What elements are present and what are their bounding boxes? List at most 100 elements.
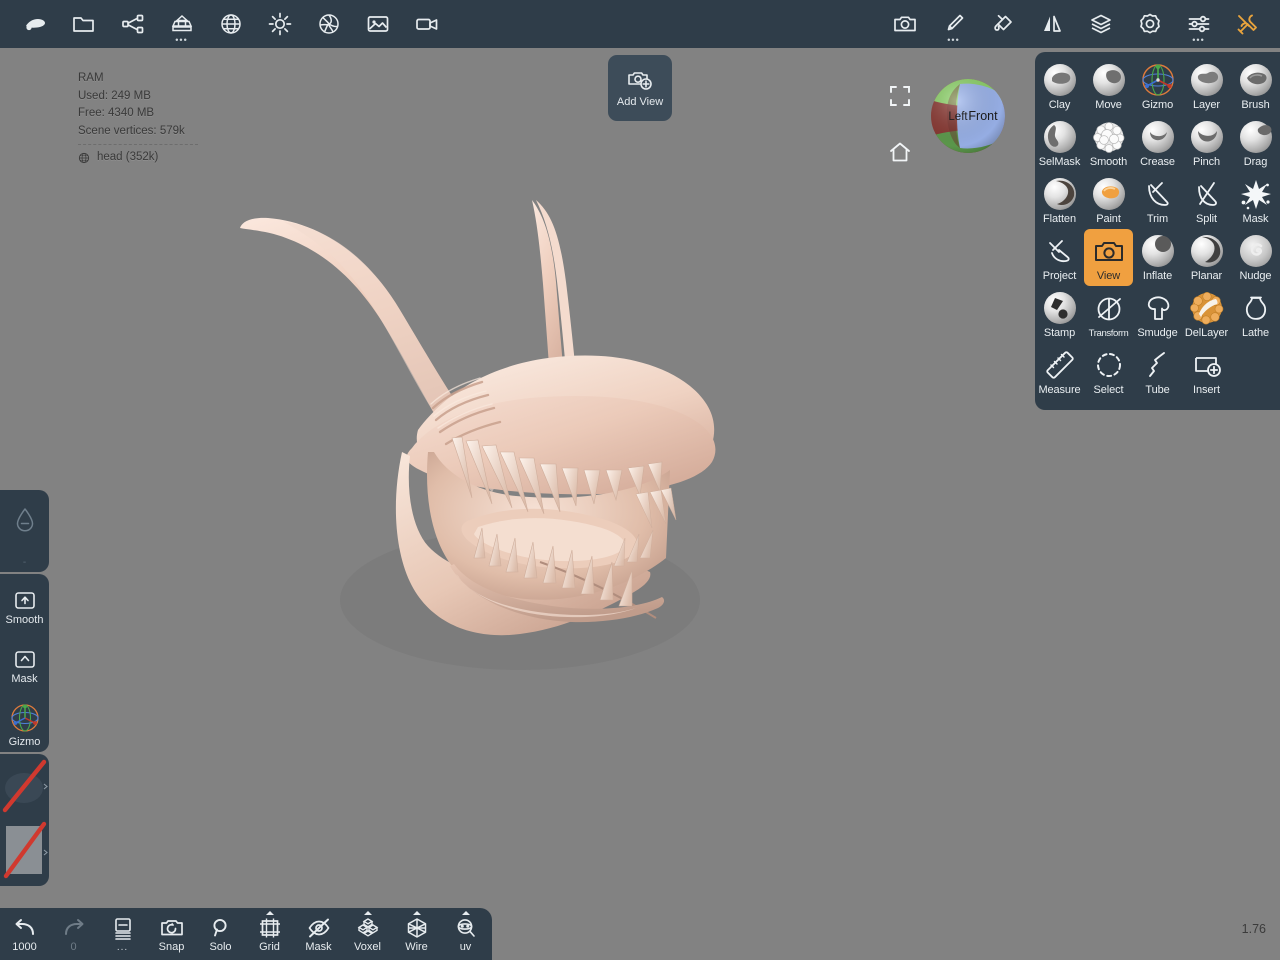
paint-bucket-icon-button[interactable]	[978, 0, 1027, 48]
sphere-flatten-icon	[1043, 178, 1076, 210]
sphere-crease-icon	[1141, 121, 1174, 153]
tool-flatten[interactable]: Flatten	[1035, 172, 1084, 229]
tool-transform[interactable]: Transform	[1084, 286, 1133, 343]
smooth-modifier-button[interactable]: Smooth	[0, 574, 49, 636]
tool-stamp[interactable]: Stamp	[1035, 286, 1084, 343]
gizmo-face-front-label: Front	[968, 109, 998, 123]
tool-mask[interactable]: Mask	[1231, 172, 1280, 229]
alpha-slot-button[interactable]	[0, 754, 49, 818]
tool-move[interactable]: Move	[1084, 58, 1133, 115]
tool-layer[interactable]: Layer	[1182, 58, 1231, 115]
grid-label: Grid	[259, 940, 280, 953]
sphere-dellayer-icon	[1189, 292, 1223, 325]
solo-magnifier-icon	[212, 918, 227, 936]
multires-stack-icon-button[interactable]: •••	[157, 0, 206, 48]
hud-object-row[interactable]: head (352k)	[78, 149, 198, 167]
sphere-smooth-icon	[1092, 122, 1124, 153]
topology-sphere-icon	[220, 14, 241, 34]
tool-inflate[interactable]: Inflate	[1133, 229, 1182, 286]
tool-paint[interactable]: Paint	[1084, 172, 1133, 229]
layers-icon-button[interactable]	[1076, 0, 1125, 48]
tool-split[interactable]: Split	[1182, 172, 1231, 229]
video-camera-icon	[415, 18, 437, 30]
folder-open-icon-button[interactable]	[59, 0, 108, 48]
tool-smudge[interactable]: Smudge	[1133, 286, 1182, 343]
gizmo-modifier-button[interactable]: Gizmo	[0, 698, 49, 752]
redo-button[interactable]: 0	[49, 908, 98, 960]
grid-caret-icon	[265, 911, 274, 915]
voxel-label: Voxel	[354, 940, 381, 953]
brush-icon-button[interactable]: •••	[929, 0, 978, 48]
tool-selmask[interactable]: SelMask	[1035, 115, 1084, 172]
light-sun-icon	[268, 12, 291, 36]
smooth-modifier-label: Smooth	[5, 614, 44, 626]
tool-planar[interactable]: Planar	[1182, 229, 1231, 286]
add-view-button[interactable]: Add View	[608, 55, 672, 121]
undo-button[interactable]: 1000	[0, 908, 49, 960]
grid-frame-icon	[259, 918, 280, 937]
tool-smooth[interactable]: Smooth	[1084, 115, 1133, 172]
expand-frame-icon-button[interactable]	[888, 84, 914, 110]
left-sidebar-group-intensity: -	[0, 490, 49, 572]
sculpt-blob-icon	[25, 19, 45, 31]
grid-toggle[interactable]: Grid	[245, 908, 294, 960]
tool-drag-label: Drag	[1243, 156, 1268, 168]
line-smudge-icon	[1147, 296, 1169, 320]
tool-gizmo[interactable]: Gizmo	[1133, 58, 1182, 115]
tool-pinch[interactable]: Pinch	[1182, 115, 1231, 172]
alpha-disabled-icon	[2, 759, 48, 813]
video-camera-icon-button[interactable]	[402, 0, 451, 48]
tool-lathe[interactable]: Lathe	[1231, 286, 1280, 343]
view-gizmo: Left Front	[884, 78, 1012, 182]
wire-toggle[interactable]: Wire	[392, 908, 441, 960]
tool-dellayer[interactable]: DelLayer	[1182, 286, 1231, 343]
mask-toggle[interactable]: Mask	[294, 908, 343, 960]
water-drop-icon	[16, 508, 33, 532]
tool-insert[interactable]: Insert	[1182, 343, 1231, 400]
history-button[interactable]: ...	[98, 908, 147, 960]
stencil-slot-button[interactable]	[0, 818, 49, 886]
tool-measure[interactable]: Measure	[1035, 343, 1084, 400]
tool-nudge[interactable]: Nudge	[1231, 229, 1280, 286]
topology-sphere-icon-button[interactable]	[206, 0, 255, 48]
tool-view[interactable]: View	[1084, 229, 1133, 286]
tool-select[interactable]: Select	[1084, 343, 1133, 400]
home-icon-button[interactable]	[888, 140, 914, 166]
uv-caret-icon	[461, 911, 470, 915]
sculpt-blob-icon-button[interactable]	[10, 0, 59, 48]
scene-graph-icon-button[interactable]	[108, 0, 157, 48]
mask-modifier-button[interactable]: Mask	[0, 636, 49, 698]
line-lathe-icon	[1245, 296, 1266, 320]
tool-crease[interactable]: Crease	[1133, 115, 1182, 172]
line-ruler-icon	[1045, 351, 1074, 379]
solo-toggle[interactable]: Solo	[196, 908, 245, 960]
tool-project[interactable]: Project	[1035, 229, 1084, 286]
hud-ram-title: RAM	[78, 72, 104, 84]
tools-wrench-icon-button[interactable]	[1223, 0, 1272, 48]
sliders-icon-button[interactable]: •••	[1174, 0, 1223, 48]
left-sidebar-group-slots	[0, 754, 49, 886]
symmetry-mirror-icon-button[interactable]	[1027, 0, 1076, 48]
settings-gear-icon-button[interactable]	[1125, 0, 1174, 48]
tool-palette-row: Flatten Paint Trim Split Mask	[1035, 172, 1280, 229]
image-background-icon-button[interactable]	[353, 0, 402, 48]
orientation-ball[interactable]: Left Front	[930, 78, 1006, 154]
add-view-label: Add View	[616, 96, 664, 108]
tool-palette-row: Clay Move Gizmo Layer Brush	[1035, 58, 1280, 115]
screenshot-camera-icon-button[interactable]	[880, 0, 929, 48]
intensity-drop-slider[interactable]	[0, 490, 49, 550]
snap-toggle[interactable]: Snap	[147, 908, 196, 960]
voxel-toggle[interactable]: Voxel	[343, 908, 392, 960]
tool-brush[interactable]: Brush	[1231, 58, 1280, 115]
matcap-aperture-icon	[318, 14, 339, 34]
uv-toggle[interactable]: uv	[441, 908, 490, 960]
light-sun-icon-button[interactable]	[255, 0, 304, 48]
tool-measure-label: Measure	[1038, 384, 1081, 396]
matcap-aperture-icon-button[interactable]	[304, 0, 353, 48]
tool-tube[interactable]: Tube	[1133, 343, 1182, 400]
gizmo-modifier-label: Gizmo	[8, 736, 41, 748]
screenshot-camera-icon	[893, 16, 916, 32]
tool-drag[interactable]: Drag	[1231, 115, 1280, 172]
tool-clay[interactable]: Clay	[1035, 58, 1084, 115]
tool-trim[interactable]: Trim	[1133, 172, 1182, 229]
